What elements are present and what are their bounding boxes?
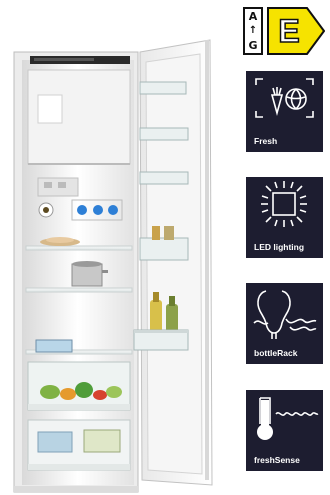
- feature-label-led-lighting: LED lighting: [254, 242, 305, 252]
- arrow-up-icon: ↑: [248, 25, 258, 36]
- energy-efficiency-label: A ↑ G E: [243, 7, 325, 55]
- energy-scale-top: A: [248, 10, 258, 23]
- energy-class-value: E: [278, 12, 301, 50]
- feature-tile-bottle-rack: bottleRack: [246, 283, 323, 364]
- energy-scale-bottom: G: [248, 39, 258, 52]
- feature-tile-led-lighting: LED lighting: [246, 177, 323, 258]
- feature-tile-fresh: Fresh: [246, 71, 323, 152]
- feature-label-fresh: Fresh: [254, 136, 278, 146]
- feature-tile-fresh-sense: freshSense: [246, 390, 323, 471]
- energy-scale: A ↑ G: [243, 7, 263, 55]
- feature-label-fresh-sense: freshSense: [254, 455, 300, 465]
- feature-label-bottle-rack: bottleRack: [254, 348, 298, 358]
- product-image: [0, 0, 226, 495]
- energy-class-arrow: E: [267, 7, 325, 55]
